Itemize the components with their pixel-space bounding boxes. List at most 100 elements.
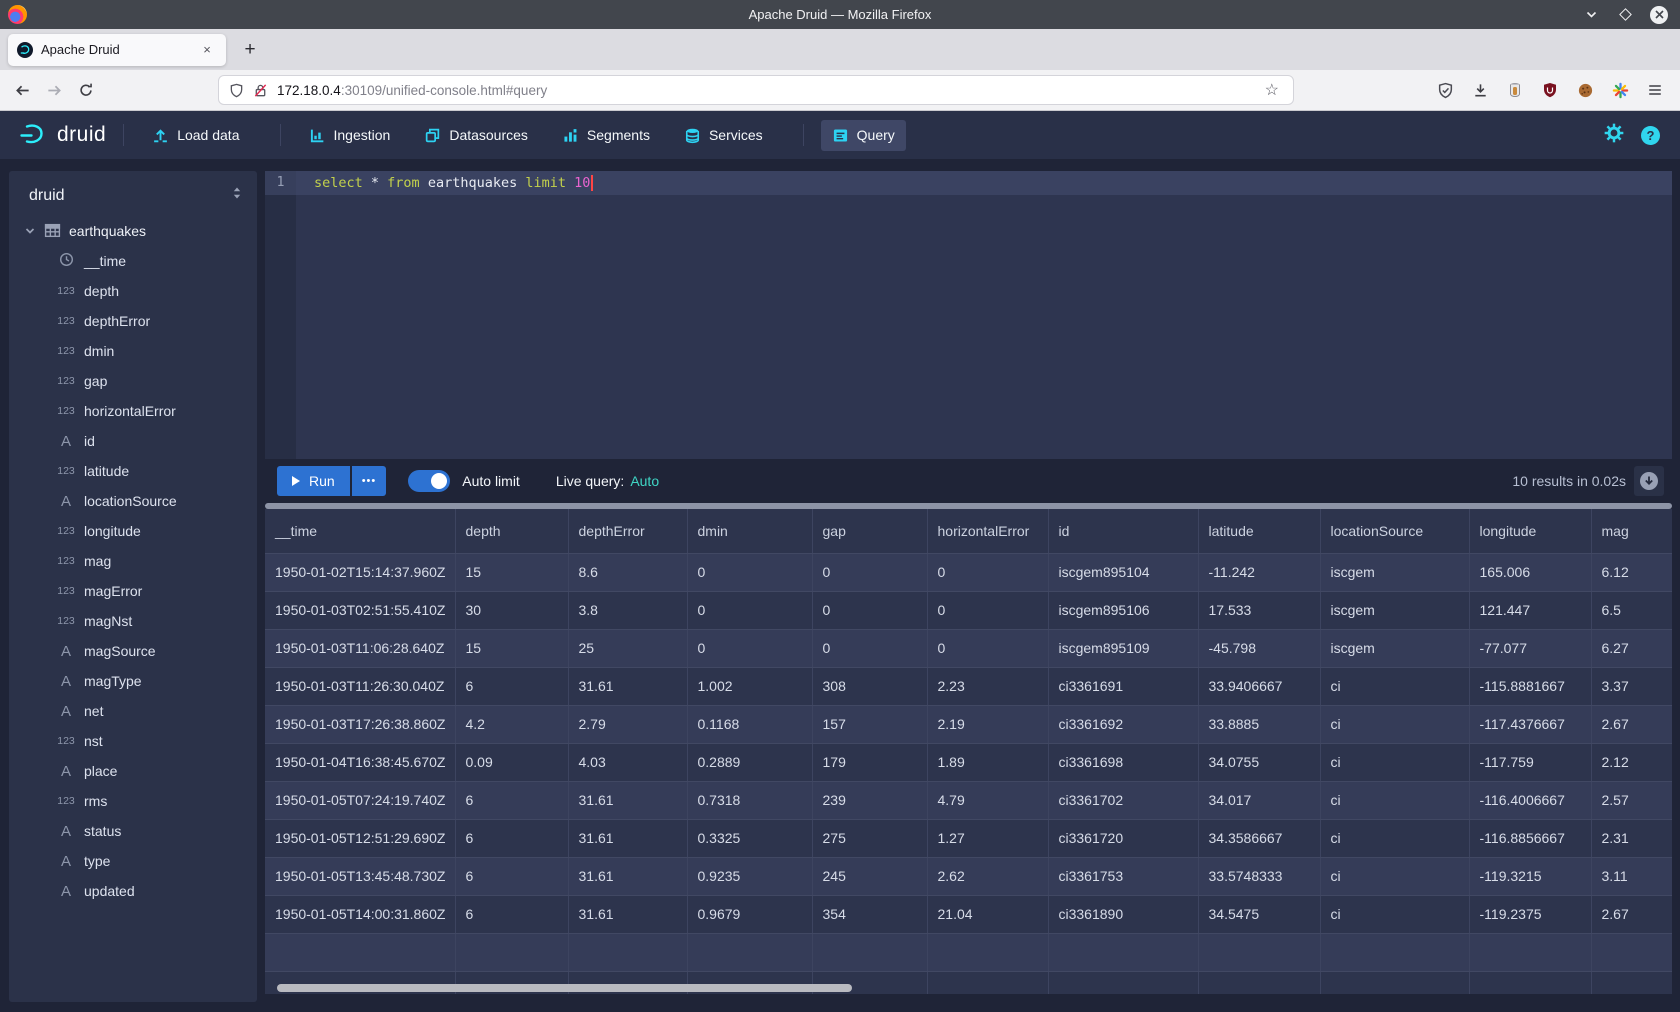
column-item-magerror[interactable]: 123magError — [9, 576, 257, 606]
column-header-deptherror[interactable]: depthError — [568, 509, 687, 553]
column-header-horizontalerror[interactable]: horizontalError — [927, 509, 1048, 553]
table-cell[interactable]: 0 — [927, 591, 1048, 629]
table-cell[interactable]: 0.7318 — [687, 781, 812, 819]
table-cell[interactable]: ci — [1320, 705, 1469, 743]
table-cell[interactable]: 3.8 — [568, 591, 687, 629]
column-header-mag[interactable]: mag — [1591, 509, 1672, 553]
table-cell[interactable]: 33.8885 — [1198, 705, 1320, 743]
table-cell[interactable]: 15 — [455, 553, 568, 591]
column-item-deptherror[interactable]: 123depthError — [9, 306, 257, 336]
table-cell[interactable]: ci — [1320, 895, 1469, 933]
bookmark-star-icon[interactable]: ☆ — [1261, 80, 1283, 100]
container-jar-icon[interactable] — [1504, 79, 1526, 101]
column-item-nst[interactable]: 123nst — [9, 726, 257, 756]
column-item-place[interactable]: Aplace — [9, 756, 257, 786]
table-cell[interactable]: 31.61 — [568, 857, 687, 895]
table-cell[interactable]: -11.242 — [1198, 553, 1320, 591]
datasource-earthquakes[interactable]: earthquakes — [9, 215, 257, 246]
table-cell[interactable]: 15 — [455, 629, 568, 667]
run-more-button[interactable]: ••• — [352, 466, 387, 496]
cookie-icon[interactable] — [1574, 79, 1596, 101]
table-cell[interactable]: ci3361692 — [1048, 705, 1198, 743]
column-item-magsource[interactable]: AmagSource — [9, 636, 257, 666]
table-cell[interactable]: 8.6 — [568, 553, 687, 591]
table-cell[interactable]: -116.4006667 — [1469, 781, 1591, 819]
table-cell[interactable]: 1950-01-05T07:24:19.740Z — [265, 781, 455, 819]
table-cell[interactable]: 1.002 — [687, 667, 812, 705]
table-cell[interactable]: 34.0755 — [1198, 743, 1320, 781]
table-cell[interactable]: 1950-01-02T15:14:37.960Z — [265, 553, 455, 591]
table-cell[interactable]: 0 — [687, 591, 812, 629]
table-cell[interactable]: -119.2375 — [1469, 895, 1591, 933]
table-cell[interactable]: 33.9406667 — [1198, 667, 1320, 705]
table-cell[interactable]: 2.62 — [927, 857, 1048, 895]
table-cell[interactable]: iscgem — [1320, 591, 1469, 629]
table-cell[interactable]: 245 — [812, 857, 927, 895]
table-cell[interactable]: 2.79 — [568, 705, 687, 743]
table-cell[interactable]: ci3361698 — [1048, 743, 1198, 781]
column-item-depth[interactable]: 123depth — [9, 276, 257, 306]
table-cell[interactable]: -77.077 — [1469, 629, 1591, 667]
auto-limit-label[interactable]: Auto limit — [462, 473, 520, 489]
table-cell[interactable]: ci3361890 — [1048, 895, 1198, 933]
download-results-button[interactable] — [1634, 466, 1664, 496]
table-cell[interactable]: 2.12 — [1591, 743, 1672, 781]
table-cell[interactable]: 0.9235 — [687, 857, 812, 895]
sql-editor[interactable]: 1 select * from earthquakes limit 10 — [265, 171, 1672, 459]
table-cell[interactable]: ci — [1320, 667, 1469, 705]
ublock-icon[interactable] — [1539, 79, 1561, 101]
lock-insecure-icon[interactable] — [253, 83, 268, 98]
table-cell[interactable]: 1.89 — [927, 743, 1048, 781]
nav-item-query[interactable]: Query — [821, 120, 906, 151]
sort-columns-icon[interactable] — [230, 186, 244, 205]
column-header-gap[interactable]: gap — [812, 509, 927, 553]
table-cell[interactable]: 0 — [812, 629, 927, 667]
tab-close-icon[interactable]: × — [197, 40, 217, 60]
table-cell[interactable]: 0.2889 — [687, 743, 812, 781]
column-item-horizontalerror[interactable]: 123horizontalError — [9, 396, 257, 426]
column-item-longitude[interactable]: 123longitude — [9, 516, 257, 546]
editor-code-area[interactable]: select * from earthquakes limit 10 — [296, 171, 1672, 459]
table-cell[interactable]: 0 — [812, 591, 927, 629]
table-cell[interactable]: 2.31 — [1591, 819, 1672, 857]
table-cell[interactable]: 6 — [455, 781, 568, 819]
table-cell[interactable]: 0 — [927, 553, 1048, 591]
run-button[interactable]: Run — [277, 466, 350, 496]
window-maximize-icon[interactable] — [1616, 6, 1634, 24]
table-cell[interactable]: 121.447 — [1469, 591, 1591, 629]
table-cell[interactable]: iscgem — [1320, 629, 1469, 667]
table-cell[interactable]: 31.61 — [568, 781, 687, 819]
table-cell[interactable]: 6.27 — [1591, 629, 1672, 667]
window-close-icon[interactable] — [1650, 6, 1668, 24]
table-cell[interactable]: 2.57 — [1591, 781, 1672, 819]
table-cell[interactable]: 1950-01-05T12:51:29.690Z — [265, 819, 455, 857]
table-cell[interactable]: ci3361702 — [1048, 781, 1198, 819]
table-cell[interactable]: 239 — [812, 781, 927, 819]
table-cell[interactable]: 1950-01-03T11:26:30.040Z — [265, 667, 455, 705]
table-cell[interactable]: 33.5748333 — [1198, 857, 1320, 895]
table-cell[interactable]: iscgem895109 — [1048, 629, 1198, 667]
table-cell[interactable]: 2.19 — [927, 705, 1048, 743]
url-text[interactable]: 172.18.0.4:30109/unified-console.html#qu… — [277, 83, 1261, 98]
table-cell[interactable]: 34.3586667 — [1198, 819, 1320, 857]
table-cell[interactable]: -117.759 — [1469, 743, 1591, 781]
help-icon[interactable]: ? — [1641, 126, 1660, 145]
table-cell[interactable]: 6.12 — [1591, 553, 1672, 591]
table-cell[interactable]: 31.61 — [568, 819, 687, 857]
horizontal-scrollbar[interactable] — [277, 984, 852, 992]
column-header-longitude[interactable]: longitude — [1469, 509, 1591, 553]
table-cell[interactable]: 3.37 — [1591, 667, 1672, 705]
menu-icon[interactable] — [1644, 79, 1666, 101]
table-cell[interactable]: 1950-01-03T11:06:28.640Z — [265, 629, 455, 667]
nav-item-datasources[interactable]: Datasources — [413, 120, 539, 151]
column-header-depth[interactable]: depth — [455, 509, 568, 553]
table-cell[interactable]: 0.09 — [455, 743, 568, 781]
table-cell[interactable]: 0 — [927, 629, 1048, 667]
table-cell[interactable]: 1950-01-05T13:45:48.730Z — [265, 857, 455, 895]
table-cell[interactable]: -119.3215 — [1469, 857, 1591, 895]
table-cell[interactable]: 4.2 — [455, 705, 568, 743]
new-tab-button[interactable]: + — [236, 36, 264, 64]
table-cell[interactable]: -45.798 — [1198, 629, 1320, 667]
table-cell[interactable]: iscgem895104 — [1048, 553, 1198, 591]
browser-tab[interactable]: Apache Druid × — [8, 34, 226, 66]
